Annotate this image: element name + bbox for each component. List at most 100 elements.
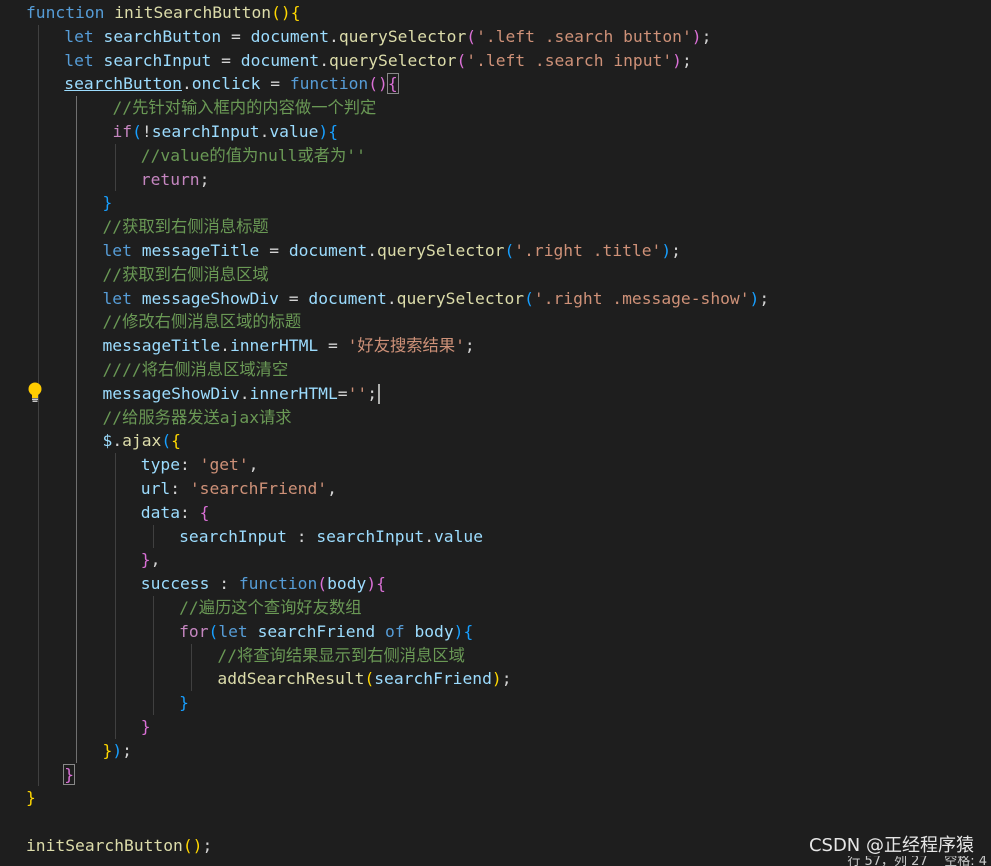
code-token: : bbox=[180, 502, 190, 522]
indent-guide bbox=[38, 595, 39, 620]
indent-guide bbox=[38, 643, 39, 668]
code-token: } bbox=[140, 716, 151, 736]
indent-guide bbox=[38, 357, 39, 382]
code-token: ; bbox=[671, 240, 681, 260]
indent-guide bbox=[38, 262, 39, 287]
code-token: return bbox=[140, 169, 200, 189]
code-token: searchFriend bbox=[257, 621, 376, 641]
code-token: { bbox=[171, 431, 181, 451]
code-line-text: let messageTitle = document.querySelecto… bbox=[103, 239, 681, 263]
code-token: ; bbox=[464, 336, 475, 356]
code-token: } bbox=[63, 763, 76, 785]
code-token: ) bbox=[112, 740, 123, 760]
code-token: ( bbox=[524, 288, 534, 308]
code-token: querySelector bbox=[377, 240, 505, 260]
indent-guide bbox=[76, 96, 78, 120]
code-token: searchButton bbox=[103, 26, 222, 46]
code-line-text: ////将右侧消息区域清空 bbox=[103, 358, 289, 382]
indent-guide bbox=[38, 429, 39, 454]
code-token: '.left .search input' bbox=[466, 50, 673, 70]
indent-guide bbox=[114, 143, 116, 168]
code-line-text: let messageShowDiv = document.querySelec… bbox=[103, 287, 770, 311]
code-token: messageShowDiv bbox=[141, 288, 279, 308]
code-comment: ////将右侧消息区域清空 bbox=[102, 359, 289, 379]
indent-guide bbox=[76, 738, 78, 763]
code-token: 'get' bbox=[199, 455, 249, 475]
indent-guide bbox=[76, 143, 78, 168]
code-token: '' bbox=[347, 383, 368, 403]
code-token: . bbox=[239, 383, 250, 403]
indent-guide bbox=[38, 762, 39, 787]
code-token: data bbox=[140, 502, 181, 522]
indent-guide bbox=[191, 643, 193, 668]
code-token: ) bbox=[749, 288, 760, 308]
indent-guide bbox=[76, 310, 78, 335]
code-token: ( bbox=[456, 50, 467, 70]
code-token: , bbox=[248, 455, 259, 475]
code-token: ( bbox=[271, 3, 281, 22]
indent-guide bbox=[76, 429, 78, 454]
code-line-text: }, bbox=[141, 548, 161, 572]
indent-guide bbox=[114, 691, 116, 715]
code-token: = bbox=[270, 74, 280, 94]
code-token: . bbox=[329, 26, 339, 46]
indent-guide bbox=[76, 405, 78, 430]
indent-guide bbox=[76, 667, 78, 692]
code-token: document bbox=[288, 240, 368, 260]
indent-guide bbox=[38, 48, 39, 73]
code-token: let bbox=[218, 621, 248, 641]
code-token: ajax bbox=[122, 431, 162, 451]
code-token: addSearchResult bbox=[217, 669, 365, 689]
code-token: ! bbox=[141, 121, 152, 141]
indent-guide bbox=[76, 476, 78, 501]
code-comment: //给服务器发送ajax请求 bbox=[102, 407, 292, 427]
code-token: { bbox=[376, 574, 386, 594]
code-line-text: let searchButton = document.querySelecto… bbox=[64, 25, 711, 49]
code-token: : bbox=[170, 478, 181, 498]
code-token: } bbox=[26, 788, 36, 808]
code-token: ( bbox=[132, 121, 142, 141]
indent-guide bbox=[114, 714, 116, 739]
lightbulb-icon[interactable] bbox=[26, 381, 44, 403]
indent-guide bbox=[114, 667, 116, 692]
code-token: . bbox=[112, 431, 123, 451]
indent-guide bbox=[38, 572, 39, 596]
code-token: } bbox=[102, 740, 113, 760]
indent-guide bbox=[76, 714, 78, 739]
indent-guide bbox=[38, 619, 39, 644]
indent-guide bbox=[76, 119, 78, 144]
code-line-text: type: 'get', bbox=[141, 453, 259, 477]
indent-guide bbox=[38, 500, 39, 525]
code-line-text: //修改右侧消息区域的标题 bbox=[103, 310, 302, 334]
code-token: type bbox=[140, 455, 181, 475]
code-token: of bbox=[385, 621, 405, 641]
code-token: $ bbox=[102, 431, 113, 451]
indent-guide bbox=[152, 595, 154, 620]
code-token: . bbox=[181, 74, 192, 94]
code-token: { bbox=[386, 73, 399, 95]
indent-guide bbox=[114, 572, 116, 596]
indent-setting[interactable]: 空格: 4 bbox=[944, 856, 987, 866]
code-token: function bbox=[289, 74, 369, 94]
code-token: innerHTML bbox=[249, 383, 338, 403]
code-token: searchInput bbox=[316, 526, 425, 546]
code-token: messageShowDiv bbox=[102, 383, 240, 403]
indent-guide bbox=[152, 667, 154, 692]
code-editor[interactable]: function initSearchButton(){let searchBu… bbox=[0, 0, 991, 866]
indent-guide bbox=[38, 310, 39, 335]
code-token: ) bbox=[280, 3, 291, 22]
indent-guide bbox=[38, 334, 39, 358]
indent-guide bbox=[38, 96, 39, 120]
indent-guide bbox=[38, 143, 39, 168]
code-token: ( bbox=[161, 431, 172, 451]
code-comment: //获取到右侧消息标题 bbox=[102, 217, 269, 237]
code-token: = bbox=[230, 26, 241, 46]
indent-guide bbox=[152, 619, 154, 644]
cursor-position[interactable]: 行 57，列 27 bbox=[847, 856, 927, 866]
code-token: innerHTML bbox=[229, 336, 319, 356]
code-line-text: messageShowDiv.innerHTML=''; bbox=[103, 382, 381, 406]
code-token: ) bbox=[491, 669, 502, 689]
code-token: document bbox=[308, 288, 387, 308]
code-comment: //先针对输入框内的内容做一个判定 bbox=[112, 98, 377, 118]
indent-guide bbox=[76, 453, 78, 477]
